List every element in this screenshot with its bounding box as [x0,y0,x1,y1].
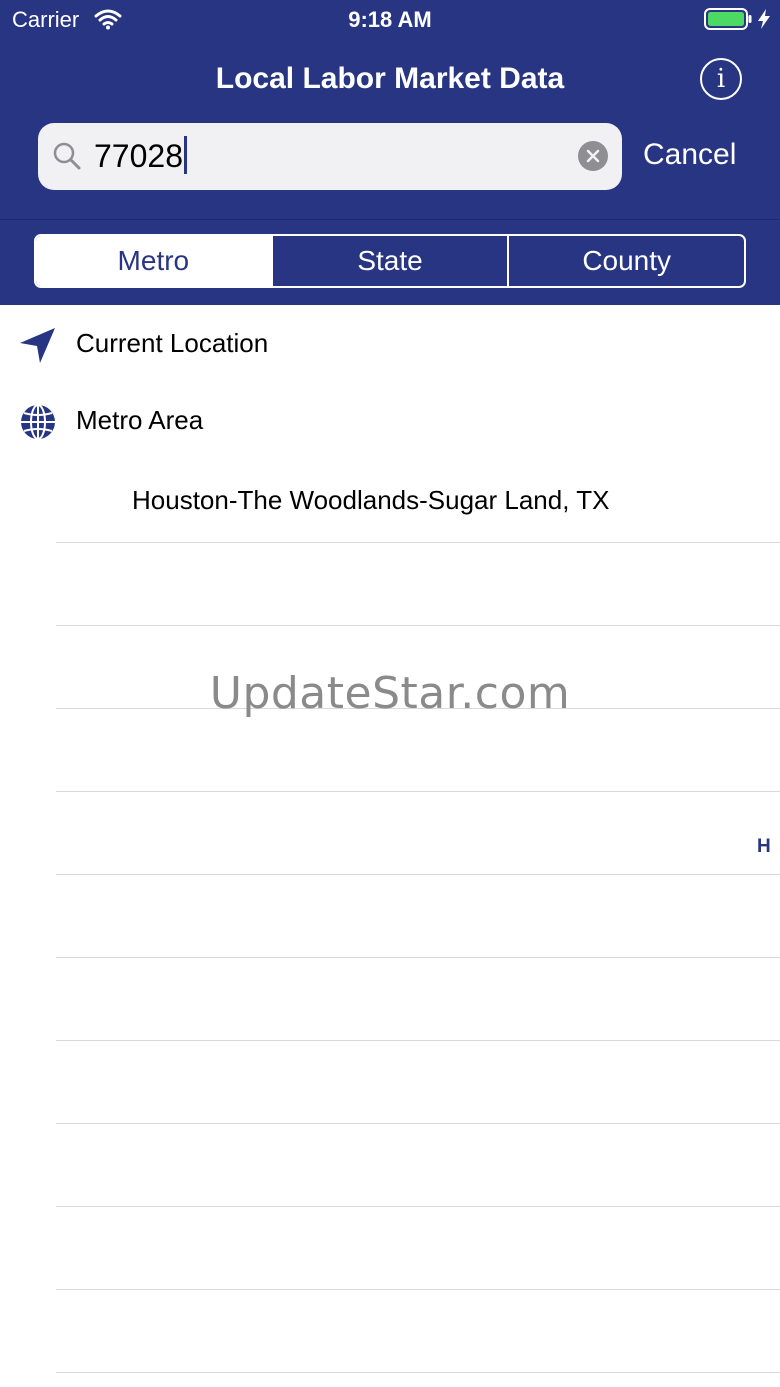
battery-icon [704,8,752,30]
row-separator [56,1206,780,1207]
status-bar: Carrier 9:18 AM [0,0,780,40]
row-separator [56,1123,780,1124]
text-caret [183,136,187,174]
current-location-row[interactable]: Current Location [0,310,780,380]
segment-state[interactable]: State [273,236,510,286]
info-button[interactable]: i [700,58,742,100]
row-separator [56,791,780,792]
segmented-control: Metro State County [34,234,746,288]
section-index-letter[interactable]: H [757,836,771,858]
row-separator [56,957,780,958]
row-separator [56,542,780,543]
segment-metro[interactable]: Metro [36,236,273,286]
list-item-label: Houston-The Woodlands-Sugar Land, TX [132,485,610,515]
page-title: Local Labor Market Data [215,62,565,95]
clear-search-button[interactable] [578,141,608,171]
search-icon [53,142,81,170]
header: Carrier 9:18 AM Local Labor Market Data … [0,0,780,305]
cancel-button[interactable]: Cancel [643,138,736,172]
list-item[interactable]: Houston-The Woodlands-Sugar Land, TX [0,463,780,543]
close-icon [586,149,600,163]
metro-area-label: Metro Area [76,405,204,435]
row-separator [56,625,780,626]
current-location-label: Current Location [76,328,269,358]
search-value-text: 77028 [94,138,183,174]
row-separator [56,1289,780,1290]
search-input[interactable]: 77028 [94,136,187,175]
charging-icon [758,9,770,29]
row-separator [56,874,780,875]
location-arrow-icon [20,328,55,363]
watermark: UpdateStar.com [209,668,571,719]
row-separator [56,1040,780,1041]
segment-county[interactable]: County [509,236,744,286]
row-separator [56,1372,780,1373]
metro-area-header: Metro Area [0,387,780,457]
header-divider [0,219,780,220]
search-field[interactable]: 77028 [38,123,622,190]
globe-icon [21,404,55,440]
info-icon: i [716,64,726,94]
clock: 9:18 AM [348,7,432,32]
